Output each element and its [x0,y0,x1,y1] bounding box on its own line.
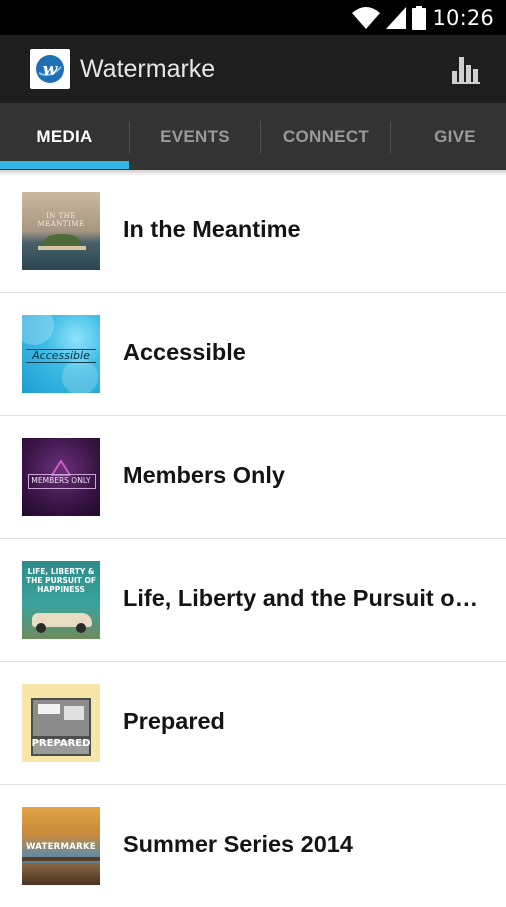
thumbnail-members-only: MEMBERS ONLY [22,438,100,516]
tab-events[interactable]: EVENTS [130,103,260,170]
app-logo[interactable]: w [30,49,70,89]
wifi-icon [352,7,381,29]
list-item[interactable]: IN THE MEANTIME In the Meantime [0,170,506,293]
tab-connect[interactable]: CONNECT [261,103,391,170]
tab-give[interactable]: GIVE [391,103,506,170]
bar-chart-icon [452,57,480,84]
thumbnail-in-the-meantime: IN THE MEANTIME [22,192,100,270]
tab-media[interactable]: MEDIA [0,103,129,170]
stats-button[interactable] [452,55,482,85]
list-item[interactable]: Accessible Accessible [0,293,506,416]
thumbnail-accessible: Accessible [22,315,100,393]
watermarke-logo-icon: w [36,55,64,83]
list-item[interactable]: LIFE, LIBERTY & THE PURSUIT OF HAPPINESS… [0,539,506,662]
thumbnail-summer-series: WATERMARKE [22,807,100,885]
list-item-title: Summer Series 2014 [123,831,353,857]
tab-bar: MEDIA EVENTS CONNECT GIVE [0,103,506,170]
thumbnail-life-liberty: LIFE, LIBERTY & THE PURSUIT OF HAPPINESS [22,561,100,639]
series-list: IN THE MEANTIME In the Meantime Accessib… [0,170,506,907]
list-item[interactable]: WATERMARKE Summer Series 2014 [0,785,506,907]
list-item[interactable]: PREPARED Prepared [0,662,506,785]
action-bar: w Watermarke [0,35,506,103]
list-item[interactable]: MEMBERS ONLY Members Only [0,416,506,539]
app-title: Watermarke [80,55,216,83]
list-item-title: Life, Liberty and the Pursuit of Happine… [123,585,483,611]
list-item-title: Prepared [123,708,225,734]
list-item-title: Accessible [123,339,246,365]
tab-bar-shadow [0,170,506,176]
tab-indicator [0,161,129,169]
cell-signal-icon [386,7,407,29]
status-time: 10:26 [432,6,494,30]
status-bar: 10:26 [0,0,506,35]
battery-icon [412,6,427,30]
svg-text:w: w [43,60,59,80]
thumbnail-prepared: PREPARED [22,684,100,762]
list-item-title: In the Meantime [123,216,301,242]
list-item-title: Members Only [123,462,285,488]
